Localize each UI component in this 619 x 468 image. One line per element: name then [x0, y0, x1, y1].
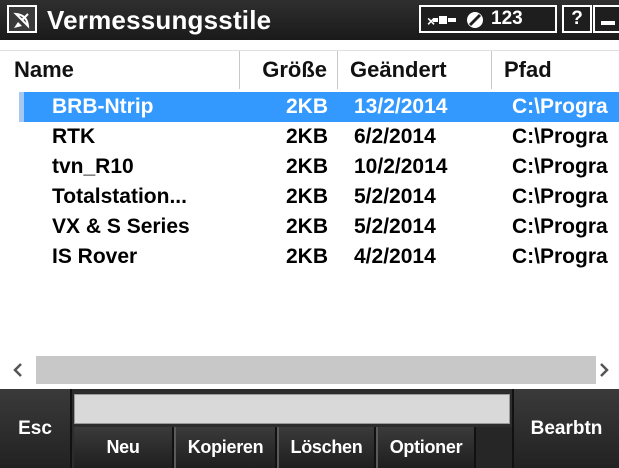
softkey-bar: Esc Neu Kopieren Löschen Optioner Bearbt…	[0, 389, 619, 468]
row-name: IS Rover	[52, 245, 138, 268]
no-signal-icon	[465, 10, 487, 35]
row-date: 4/2/2014	[354, 245, 436, 268]
row-date: 6/2/2014	[354, 125, 436, 148]
row-path: C:\Progra	[512, 125, 608, 148]
status-indicator[interactable]: × 123	[419, 5, 557, 33]
status-number: 123	[491, 8, 523, 29]
row-path: C:\Progra	[512, 215, 608, 238]
row-path: C:\Progra	[512, 95, 608, 118]
list-row[interactable]: RTK 2KB 6/2/2014 C:\Progra	[0, 122, 619, 152]
list-row[interactable]: tvn_R10 2KB 10/2/2014 C:\Progra	[0, 152, 619, 182]
chevron-right-icon[interactable]	[594, 357, 614, 383]
row-name: tvn_R10	[52, 155, 134, 178]
column-header-size[interactable]: Größe	[240, 51, 338, 89]
row-size: 2KB	[285, 125, 328, 148]
new-button[interactable]: Neu	[74, 427, 174, 468]
options-button[interactable]: Optioner	[376, 427, 476, 468]
row-size: 2KB	[285, 215, 328, 238]
row-name: Totalstation...	[52, 185, 187, 208]
row-size: 2KB	[285, 185, 328, 208]
esc-button[interactable]: Esc	[0, 389, 72, 468]
list-row-selected[interactable]: BRB-Ntrip 2KB 13/2/2014 C:\Progra	[0, 92, 619, 122]
row-date: 5/2/2014	[354, 215, 436, 238]
row-date: 5/2/2014	[354, 185, 436, 208]
column-header-modified[interactable]: Geändert	[338, 51, 492, 89]
row-date: 10/2/2014	[354, 155, 448, 178]
chevron-left-icon[interactable]	[8, 357, 28, 383]
satellite-icon: ×	[427, 10, 459, 35]
row-size: 2KB	[285, 245, 328, 268]
delete-button[interactable]: Löschen	[277, 427, 376, 468]
row-path: C:\Progra	[512, 245, 608, 268]
row-date: 13/2/2014	[354, 95, 448, 118]
list-row[interactable]: VX & S Series 2KB 5/2/2014 C:\Progra	[0, 212, 619, 242]
horizontal-scrollbar[interactable]	[0, 352, 619, 388]
row-name: BRB-Ntrip	[52, 95, 154, 118]
list-header: Name Größe Geändert Pfad	[0, 50, 619, 89]
window-title: Vermessungsstile	[47, 5, 272, 35]
row-path: C:\Progra	[512, 155, 608, 178]
copy-button[interactable]: Kopieren	[174, 427, 277, 468]
column-header-name[interactable]: Name	[0, 51, 240, 89]
title-bar: Vermessungsstile × 123 ? ×	[0, 0, 619, 40]
softkey-spacer	[476, 427, 512, 468]
column-header-path[interactable]: Pfad	[492, 51, 619, 89]
help-button[interactable]: ?	[562, 5, 592, 33]
scrollbar-thumb[interactable]	[36, 356, 596, 384]
row-name: VX & S Series	[52, 215, 190, 238]
list-row[interactable]: Totalstation... 2KB 5/2/2014 C:\Progra	[0, 182, 619, 212]
row-size: 2KB	[285, 95, 328, 118]
list-row[interactable]: IS Rover 2KB 4/2/2014 C:\Progra	[0, 242, 619, 272]
minimize-icon	[601, 21, 615, 25]
edit-button[interactable]: Bearbtn	[512, 389, 619, 468]
entry-field[interactable]	[74, 394, 510, 424]
row-path: C:\Progra	[512, 185, 608, 208]
styles-list[interactable]: Name Größe Geändert Pfad BRB-Ntrip 2KB 1…	[0, 40, 619, 389]
minimize-button[interactable]	[593, 5, 619, 33]
row-size: 2KB	[285, 155, 328, 178]
row-name: RTK	[52, 125, 96, 148]
satellite-dish-icon[interactable]	[7, 5, 37, 33]
